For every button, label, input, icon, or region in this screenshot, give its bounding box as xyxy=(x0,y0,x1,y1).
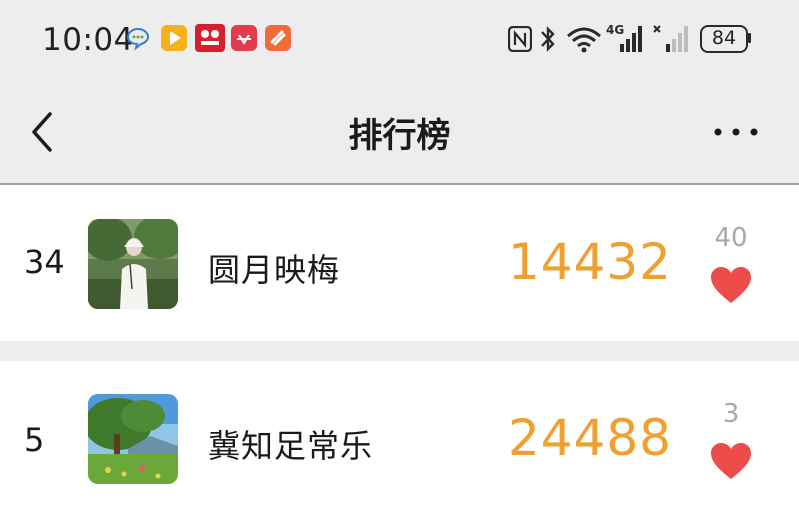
signal-weak-icon xyxy=(653,25,688,52)
svg-text:4G: 4G xyxy=(606,23,624,37)
score-value: 24488 xyxy=(507,409,672,467)
orange-app-icon xyxy=(265,25,291,51)
signal-4g-icon: 4G xyxy=(606,23,642,52)
nfc-icon xyxy=(508,26,532,52)
like-count: 40 xyxy=(714,223,748,253)
page-title: 排行榜 xyxy=(348,116,451,156)
user-name: 冀知足常乐 xyxy=(208,427,374,465)
bluetooth-icon xyxy=(541,26,555,52)
nav-bar: 排行榜 xyxy=(0,80,799,184)
wifi-icon xyxy=(567,27,601,53)
heart-icon[interactable] xyxy=(709,265,753,305)
avatar[interactable] xyxy=(88,394,178,484)
battery-indicator: 84 xyxy=(700,25,751,53)
shopping-app-icon xyxy=(195,24,225,52)
ranking-row[interactable]: 34 圆月映梅 14432 40 xyxy=(0,185,799,341)
chat-bubble-icon xyxy=(126,27,150,51)
heart-icon[interactable] xyxy=(709,441,753,481)
more-dots-icon[interactable] xyxy=(712,120,760,144)
status-bar: 10:04 4G 84 xyxy=(0,0,799,80)
huawei-icon xyxy=(231,25,257,51)
score-value: 14432 xyxy=(507,233,672,291)
status-time: 10:04 xyxy=(42,22,134,58)
like-count: 3 xyxy=(722,399,740,429)
battery-level: 84 xyxy=(711,27,737,49)
avatar[interactable] xyxy=(88,219,178,309)
rank-number: 34 xyxy=(24,243,65,281)
video-play-icon xyxy=(161,25,187,51)
user-name: 圆月映梅 xyxy=(208,251,341,289)
ranking-row[interactable]: 5 冀知足常乐 24488 3 xyxy=(0,361,799,525)
rank-number: 5 xyxy=(24,421,45,459)
